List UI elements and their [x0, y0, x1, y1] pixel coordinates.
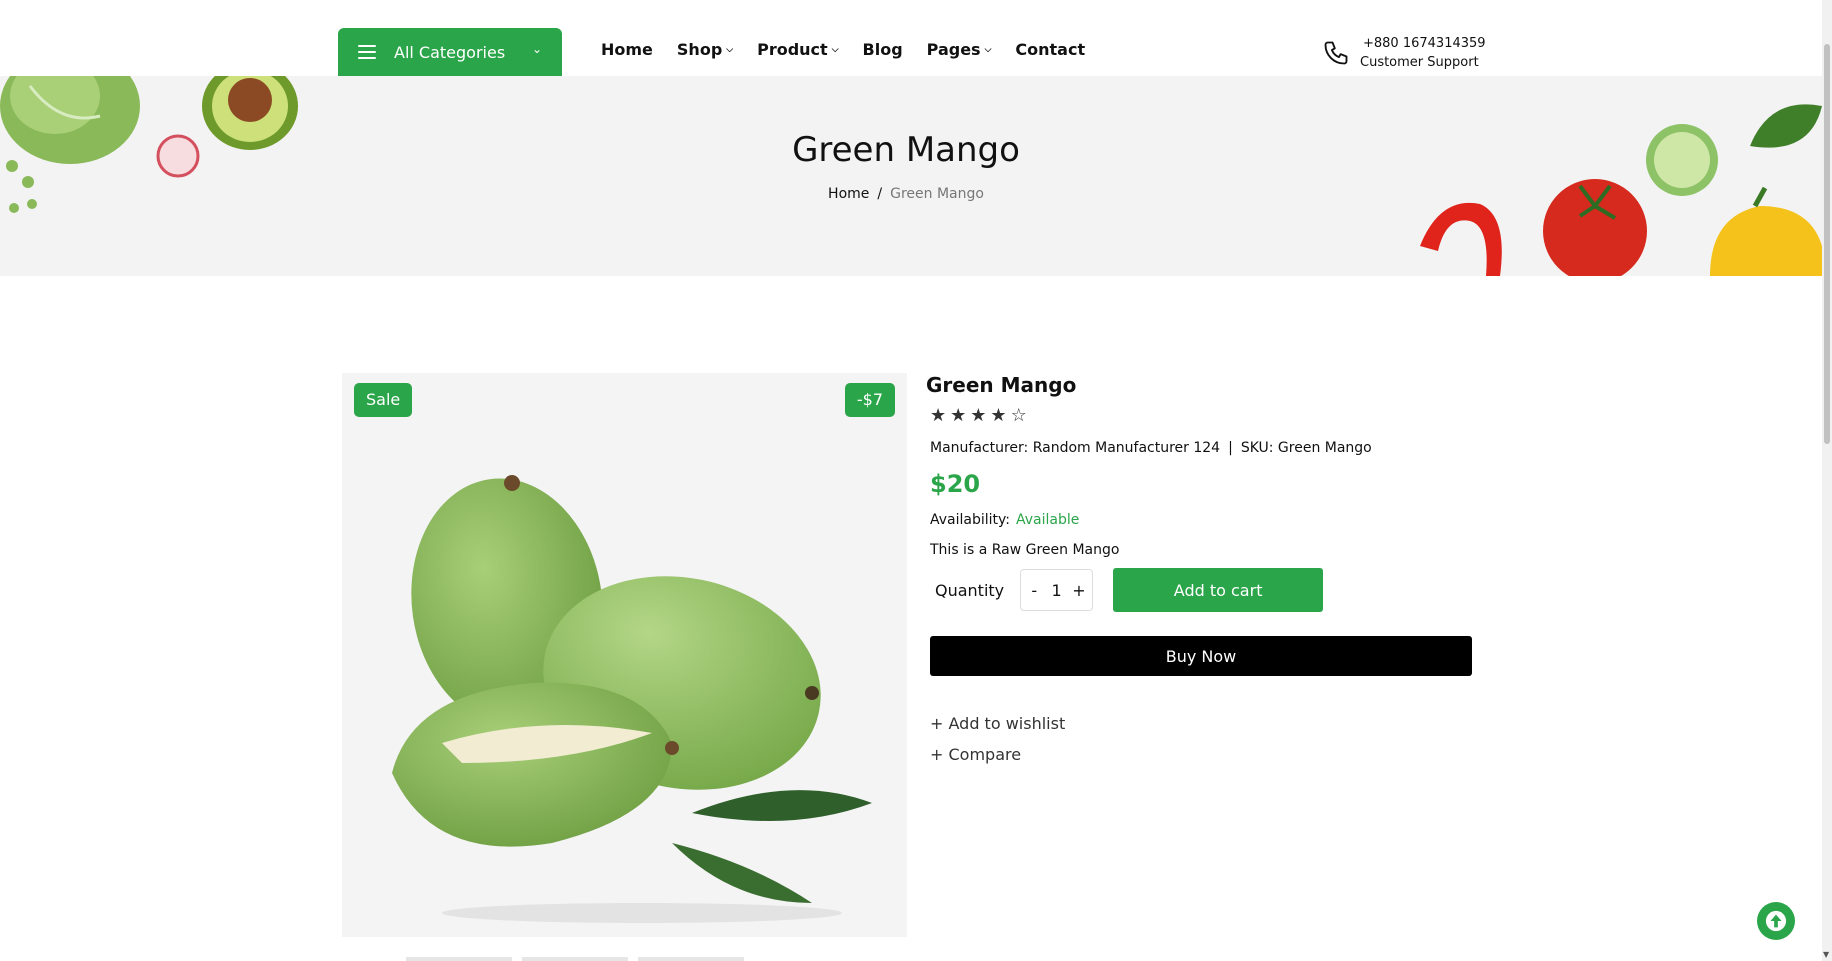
- quantity-decrease-button[interactable]: -: [1025, 581, 1043, 600]
- chevron-down-icon: ⌵: [831, 44, 839, 55]
- quantity-stepper: - 1 +: [1020, 569, 1094, 611]
- nav-pages-label: Pages: [926, 40, 981, 59]
- thumbnail[interactable]: [638, 957, 744, 961]
- thumbnail[interactable]: [522, 957, 628, 961]
- product-image: [392, 475, 872, 923]
- product-price: $20: [930, 470, 981, 498]
- page-title: Green Mango: [792, 130, 1020, 170]
- star-filled-icon: ★: [950, 405, 967, 426]
- discount-badge: -$7: [844, 383, 895, 417]
- product-info: Green Mango ★ ★ ★ ★ ☆ Manufacturer: Rand…: [926, 373, 1474, 764]
- menu-icon: [358, 45, 376, 59]
- scrollbar-thumb[interactable]: [1824, 44, 1830, 444]
- product-image-gallery[interactable]: Sale -$7: [342, 373, 907, 937]
- product-rating: ★ ★ ★ ★ ☆: [930, 405, 1474, 426]
- thumbnail[interactable]: [406, 957, 512, 961]
- nav-shop[interactable]: Shop ⌵: [677, 40, 733, 59]
- chevron-down-icon: ⌵: [726, 44, 734, 55]
- nav-home-label: Home: [601, 40, 653, 59]
- nav-contact-label: Contact: [1015, 40, 1086, 59]
- availability-value: Available: [1016, 512, 1080, 528]
- star-filled-icon: ★: [930, 405, 947, 426]
- add-to-wishlist-link[interactable]: + Add to wishlist: [930, 714, 1474, 733]
- all-categories-button[interactable]: All Categories ⌄: [338, 28, 562, 76]
- main-nav: Home Shop ⌵ Product ⌵ Blog Pages ⌵ Contact: [601, 40, 1109, 59]
- breadcrumb-current: Green Mango: [890, 186, 984, 202]
- breadcrumb-home-link[interactable]: Home: [828, 186, 869, 202]
- scroll-down-arrow-icon[interactable]: ▼: [1823, 950, 1829, 959]
- availability: Availability: Available: [930, 512, 1474, 528]
- vegetables-left-decoration: [0, 76, 298, 213]
- sku: SKU: Green Mango: [1240, 440, 1372, 456]
- nav-shop-label: Shop: [676, 40, 723, 59]
- product-meta: Manufacturer: Random Manufacturer 124 | SK…: [930, 440, 1474, 456]
- nav-contact[interactable]: Contact: [1015, 40, 1085, 59]
- availability-label: Availability:: [930, 512, 1011, 528]
- page-banner: Green Mango Home / Green Mango: [0, 76, 1822, 276]
- manufacturer: Manufacturer: Random Manufacturer 124: [930, 440, 1221, 456]
- vegetables-right-decoration: [1420, 104, 1822, 276]
- quantity-row: Quantity - 1 + Add to cart: [930, 568, 1474, 612]
- phone-icon: [1324, 41, 1348, 65]
- quantity-value[interactable]: 1: [1052, 581, 1062, 600]
- support-caption: Customer Support: [1360, 55, 1479, 70]
- breadcrumb-separator: /: [877, 186, 883, 202]
- breadcrumb: Home / Green Mango: [0, 186, 1812, 202]
- thumbnail-strip: [406, 957, 744, 961]
- nav-product-label: Product: [757, 40, 828, 59]
- nav-product[interactable]: Product ⌵: [757, 40, 838, 59]
- top-header: All Categories ⌄ Home Shop ⌵ Product ⌵ Blo…: [0, 0, 1822, 76]
- star-filled-icon: ★: [970, 405, 987, 426]
- buy-now-button[interactable]: Buy Now: [930, 636, 1472, 676]
- support-phone-number[interactable]: +880 1674314359: [1360, 34, 1486, 53]
- chevron-down-icon: ⌄: [531, 42, 542, 56]
- add-to-cart-button[interactable]: Add to cart: [1113, 568, 1324, 612]
- quantity-label: Quantity: [935, 580, 1005, 600]
- quantity-increase-button[interactable]: +: [1070, 581, 1088, 600]
- product-description: This is a Raw Green Mango: [930, 542, 1120, 558]
- scroll-to-top-button[interactable]: [1757, 902, 1795, 940]
- page-scrollbar[interactable]: ▼: [1822, 0, 1832, 961]
- star-empty-icon: ☆: [1010, 405, 1027, 426]
- star-filled-icon: ★: [990, 405, 1007, 426]
- meta-separator: |: [1228, 440, 1233, 456]
- nav-blog[interactable]: Blog: [863, 40, 903, 59]
- nav-pages[interactable]: Pages ⌵: [927, 40, 992, 59]
- sale-badge: Sale: [354, 383, 413, 417]
- nav-blog-label: Blog: [862, 40, 903, 59]
- arrow-up-icon: [1765, 910, 1787, 932]
- all-categories-label: All Categories: [394, 42, 506, 62]
- customer-support: +880 1674314359 Customer Support: [1322, 34, 1486, 72]
- chevron-down-icon: ⌵: [984, 44, 992, 55]
- compare-link[interactable]: + Compare: [930, 745, 1474, 764]
- product-title: Green Mango: [926, 373, 1077, 397]
- nav-home[interactable]: Home: [601, 40, 653, 59]
